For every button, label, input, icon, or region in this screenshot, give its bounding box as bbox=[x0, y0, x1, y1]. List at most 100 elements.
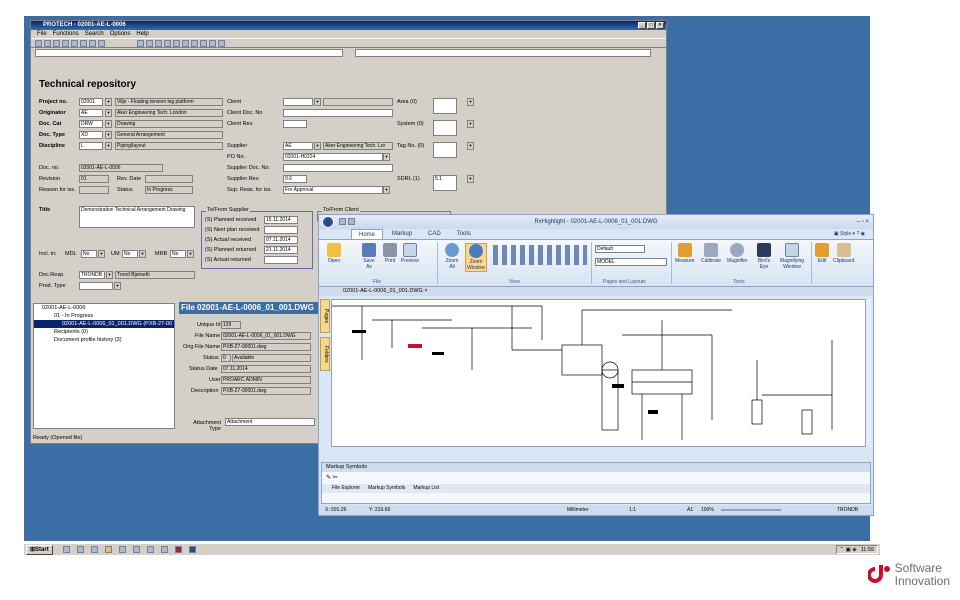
sdrl-field[interactable]: 5.1 bbox=[433, 175, 457, 191]
delete-icon[interactable] bbox=[89, 39, 96, 47]
clipboard-button[interactable]: Clipboard bbox=[833, 243, 854, 264]
doc-resp-field[interactable]: TRONDB bbox=[79, 271, 105, 279]
po-field[interactable]: 02001-H0224 bbox=[283, 153, 383, 161]
supplier-doc-field[interactable] bbox=[283, 164, 393, 172]
supplier-rev-field[interactable]: 0.6 bbox=[283, 175, 307, 183]
copy-icon[interactable] bbox=[71, 39, 78, 47]
filter-icon[interactable] bbox=[164, 39, 171, 47]
edit-button[interactable]: Edit bbox=[815, 243, 829, 264]
tree-item-revision[interactable]: 01 - In Progress bbox=[34, 312, 174, 320]
tab-cad[interactable]: CAD bbox=[421, 229, 448, 239]
app-icon[interactable] bbox=[104, 546, 112, 553]
doc-cat-field[interactable]: DRW bbox=[79, 120, 103, 128]
rx-task-icon[interactable] bbox=[188, 546, 196, 553]
minimize-button[interactable]: _ bbox=[638, 22, 646, 29]
tree-item-file[interactable]: 02001-AE-L-0006_01_001.DWG (PXB-27-00 bbox=[34, 320, 174, 328]
new-icon[interactable] bbox=[35, 39, 42, 47]
um-field[interactable]: No bbox=[122, 250, 138, 258]
supplier-dropdown[interactable]: ▼ bbox=[314, 142, 321, 150]
doc-resp-dropdown[interactable]: ▼ bbox=[106, 271, 113, 279]
menu-search[interactable]: Search bbox=[85, 30, 104, 38]
quick-undo-icon[interactable] bbox=[348, 218, 355, 225]
birds-eye-button[interactable]: Bird's Eye bbox=[755, 243, 773, 270]
tab-tools[interactable]: Tools bbox=[450, 229, 478, 239]
explorer-icon[interactable] bbox=[76, 546, 84, 553]
markup-list-tab[interactable]: Markup List bbox=[413, 484, 439, 493]
system-list[interactable] bbox=[433, 120, 457, 136]
originator-dropdown[interactable]: ▼ bbox=[105, 109, 112, 117]
zoom-all-button[interactable]: Zoom All bbox=[443, 243, 461, 270]
attach-icon[interactable] bbox=[191, 39, 198, 47]
markup-tools-icons[interactable]: ✎ ✂ bbox=[322, 472, 870, 484]
app-icon[interactable] bbox=[118, 546, 126, 553]
magnifier-button[interactable]: Magnifier bbox=[727, 243, 748, 264]
refresh-icon[interactable] bbox=[98, 39, 105, 47]
app-icon[interactable] bbox=[146, 546, 154, 553]
scale-select[interactable]: 1:1 bbox=[629, 505, 636, 515]
tray-icons[interactable]: ⌃ ▣ ◈ bbox=[840, 546, 857, 554]
maximize-button[interactable]: □ bbox=[647, 22, 655, 29]
file-explorer-tab[interactable]: File Explorer bbox=[332, 484, 360, 493]
quicklaunch-icons[interactable] bbox=[62, 546, 196, 553]
attachment-field[interactable]: Attachment bbox=[225, 418, 315, 426]
protech-task-icon[interactable] bbox=[174, 546, 182, 553]
mrb-field[interactable]: No bbox=[170, 250, 186, 258]
planned-returned-field[interactable]: 21.11.2014 bbox=[264, 246, 298, 254]
planned-received-field[interactable]: 15.11.2014 bbox=[264, 216, 298, 224]
paste-icon[interactable] bbox=[80, 39, 87, 47]
desktop-icon[interactable] bbox=[62, 546, 70, 553]
save-icon[interactable] bbox=[53, 39, 60, 47]
model-select[interactable]: MODEL bbox=[595, 258, 667, 266]
actual-returned-field[interactable] bbox=[264, 256, 298, 264]
search-icon[interactable] bbox=[155, 39, 162, 47]
mrb-dropdown[interactable]: ▼ bbox=[187, 250, 194, 258]
client-field[interactable] bbox=[283, 98, 313, 106]
report-icon[interactable] bbox=[137, 39, 144, 47]
system-dropdown[interactable]: ▼ bbox=[467, 120, 474, 128]
mail-icon[interactable] bbox=[200, 39, 207, 47]
magnifying-window-button[interactable]: Magnifying Window bbox=[777, 243, 807, 270]
um-dropdown[interactable]: ▼ bbox=[139, 250, 146, 258]
sum-icon[interactable] bbox=[146, 39, 153, 47]
sdrl-dropdown[interactable]: ▼ bbox=[467, 175, 474, 183]
client-rev-field[interactable] bbox=[283, 120, 307, 128]
units-select[interactable]: Millimeter bbox=[567, 505, 588, 515]
prod-type-field[interactable] bbox=[79, 282, 113, 290]
style-menu[interactable]: ▣ Style ▾ ? ◉ bbox=[834, 229, 865, 239]
quick-save-icon[interactable] bbox=[339, 218, 346, 225]
prev-icon[interactable] bbox=[173, 39, 180, 47]
client-dropdown[interactable]: ▼ bbox=[314, 98, 321, 106]
area-dropdown[interactable]: ▼ bbox=[467, 98, 474, 106]
doc-type-dropdown[interactable]: ▼ bbox=[105, 131, 112, 139]
tree-item-recipients[interactable]: Recipients (0) bbox=[34, 328, 174, 336]
measure-button[interactable]: Measure bbox=[675, 243, 694, 264]
area-list[interactable] bbox=[433, 98, 457, 114]
markup-symbols-tab[interactable]: Markup Symbols bbox=[368, 484, 405, 493]
pages-side-tab[interactable]: Pages bbox=[320, 299, 330, 333]
address-field[interactable] bbox=[35, 49, 343, 57]
preview-button[interactable]: Preview bbox=[401, 243, 419, 264]
app-logo-icon[interactable] bbox=[322, 216, 334, 228]
menu-functions[interactable]: Functions bbox=[53, 30, 79, 38]
menu-options[interactable]: Options bbox=[110, 30, 131, 38]
app-icon[interactable] bbox=[160, 546, 168, 553]
start-button[interactable]: ⊞Start bbox=[26, 544, 53, 555]
project-dropdown[interactable]: ▼ bbox=[105, 98, 112, 106]
rx-window-controls[interactable]: – ▫ × bbox=[857, 215, 869, 229]
client-doc-field[interactable] bbox=[283, 109, 393, 117]
address-field-2[interactable] bbox=[355, 49, 651, 57]
menu-help[interactable]: Help bbox=[136, 30, 148, 38]
tag-dropdown[interactable]: ▼ bbox=[467, 142, 474, 150]
app-icon[interactable] bbox=[132, 546, 140, 553]
save-as-button[interactable]: Save As bbox=[361, 243, 377, 270]
discipline-dropdown[interactable]: ▼ bbox=[105, 142, 112, 150]
view-icon[interactable] bbox=[209, 39, 216, 47]
actual-received-field[interactable]: 07.11.2014 bbox=[264, 236, 298, 244]
open-icon[interactable] bbox=[44, 39, 51, 47]
folders-side-tab[interactable]: Folders bbox=[320, 337, 330, 371]
doc-cat-dropdown[interactable]: ▼ bbox=[105, 120, 112, 128]
originator-field[interactable]: AE bbox=[79, 109, 103, 117]
po-dropdown[interactable]: ▼ bbox=[383, 153, 390, 161]
discipline-field[interactable]: L bbox=[79, 142, 103, 150]
zoom-slider[interactable] bbox=[721, 509, 781, 511]
